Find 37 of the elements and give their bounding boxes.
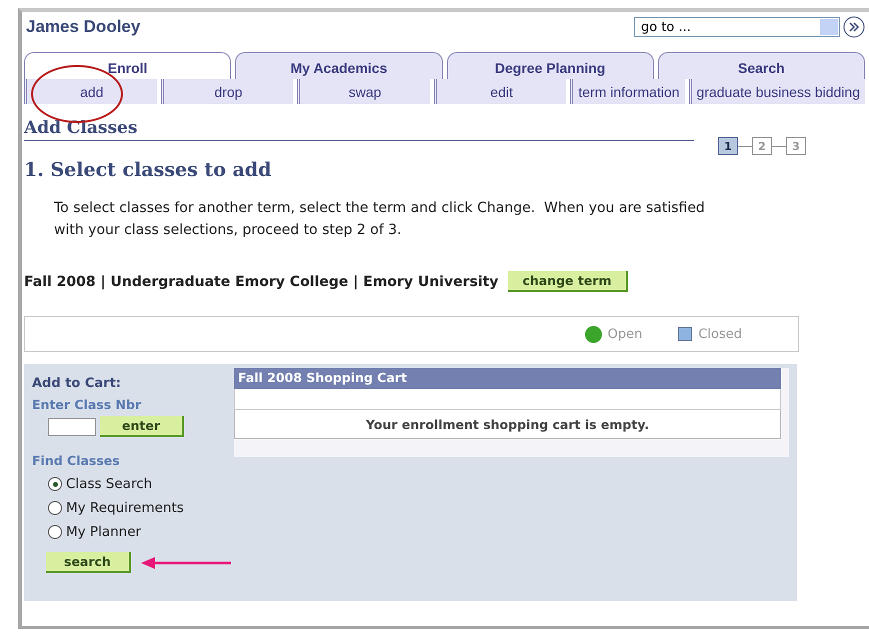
instructions: To select classes for another term, select the term and click Change. When you are satisfied with your class selections, proceed to step 2 of 3. xyxy=(54,199,706,240)
radio-label: Class Search xyxy=(66,476,152,492)
step-indicator: 1 xyxy=(718,137,738,155)
page-title: Add Classes xyxy=(24,118,694,141)
change-term-button[interactable]: change term xyxy=(508,271,628,292)
tab[interactable]: Search xyxy=(658,52,865,79)
student-name: James Dooley xyxy=(26,17,142,37)
add-to-cart-title: Add to Cart: xyxy=(32,376,122,391)
legend-label: Open xyxy=(608,326,642,342)
section-title: 1. Select classes to add xyxy=(24,159,272,181)
radio-label: My Requirements xyxy=(66,500,184,516)
subtab[interactable]: drop xyxy=(160,79,294,104)
tab[interactable]: Degree Planning xyxy=(446,52,654,79)
class-nbr-field[interactable] xyxy=(48,418,96,436)
subtab[interactable]: edit xyxy=(434,79,566,104)
radio-button[interactable] xyxy=(48,501,62,515)
subtab[interactable]: add xyxy=(24,79,157,104)
radio-label: My Planner xyxy=(66,524,142,540)
enter-button[interactable]: enter xyxy=(100,416,184,437)
subtab[interactable]: swap xyxy=(297,79,430,104)
double-chevron-icon[interactable] xyxy=(843,16,865,38)
tab[interactable]: Enroll xyxy=(24,52,232,79)
radio-button[interactable] xyxy=(48,477,62,491)
subtab[interactable]: term information xyxy=(570,79,685,104)
subtab[interactable]: graduate business bidding xyxy=(688,79,865,104)
class-nbr-label: Enter Class Nbr xyxy=(32,397,142,412)
cart-empty-message: Your enrollment shopping cart is empty. xyxy=(234,410,781,439)
radio-button[interactable] xyxy=(48,525,62,539)
legend-label: Closed xyxy=(698,326,742,342)
go-to-dropdown[interactable]: go to ... xyxy=(634,17,840,37)
find-classes-label: Find Classes xyxy=(32,453,121,468)
step-indicator: 2 xyxy=(752,137,772,155)
search-button[interactable]: search xyxy=(46,552,131,573)
tab[interactable]: My Academics xyxy=(235,52,442,79)
cart-title: Fall 2008 Shopping Cart xyxy=(234,368,781,389)
term-label: Fall 2008 | Undergraduate Emory College | Emory University xyxy=(24,274,498,290)
step-indicator: 3 xyxy=(786,137,806,155)
